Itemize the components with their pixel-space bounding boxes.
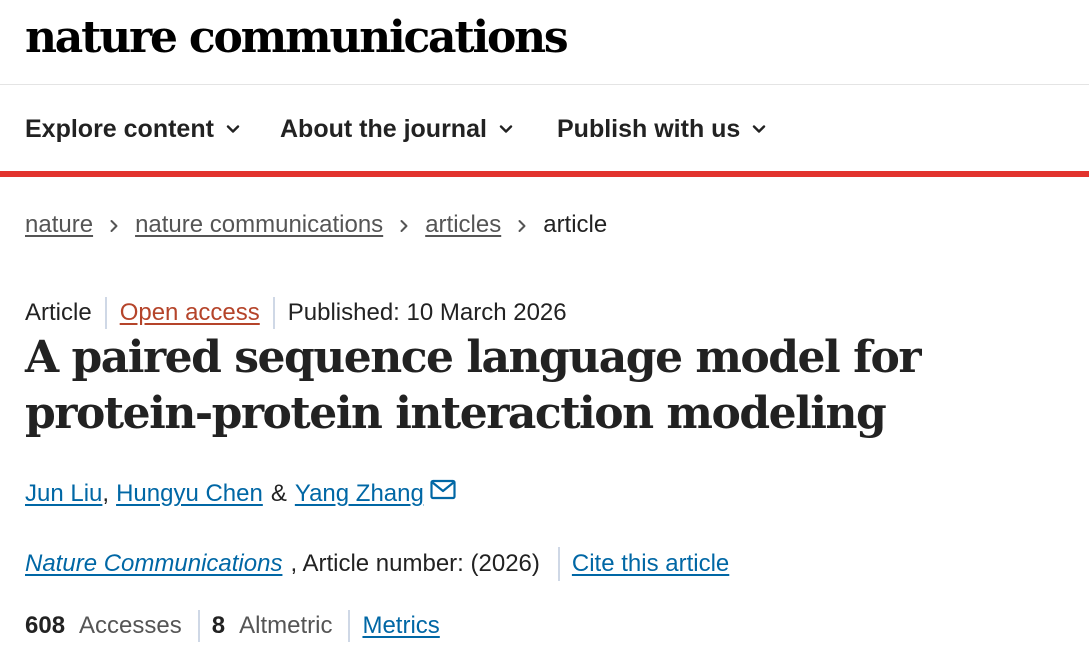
chevron-right-icon [383, 211, 425, 239]
breadcrumb-articles[interactable]: articles [425, 211, 501, 239]
metrics-link[interactable]: Metrics [362, 612, 439, 640]
nav-explore-content[interactable]: Explore content [25, 113, 240, 145]
journal-info: Nature Communications , Article number: … [25, 546, 729, 582]
author-separator: , [102, 480, 110, 507]
accesses-label: Accesses [79, 612, 182, 639]
journal-link[interactable]: Nature Communications [25, 550, 282, 578]
nav-explore-content-label: Explore content [25, 114, 214, 143]
site-header: nature communications [0, 0, 1089, 85]
published-date: Published: 10 March 2026 [287, 299, 567, 326]
breadcrumb-nature-communications[interactable]: nature communications [135, 211, 383, 239]
open-access-link[interactable]: Open access [120, 299, 260, 327]
author-separator: & [270, 480, 287, 507]
article-metrics: 608 Accesses 8 Altmetric Metrics [25, 608, 440, 644]
divider [348, 610, 351, 642]
divider [197, 610, 200, 642]
author-list: Jun Liu , Hungyu Chen & Yang Zhang [25, 476, 456, 512]
article-type: Article [25, 299, 92, 326]
main-nav: Explore content About the journal Publis… [0, 85, 1089, 177]
altmetric-count: 8 [211, 612, 226, 639]
divider [272, 297, 275, 329]
author-link[interactable]: Hungyu Chen [116, 480, 263, 508]
cite-this-article-link[interactable]: Cite this article [572, 550, 729, 578]
divider [557, 547, 560, 581]
accesses-count: 608 [25, 612, 66, 639]
article-meta: Article Open access Published: 10 March … [25, 296, 567, 330]
article-number: , Article number: (2026) [290, 550, 540, 577]
breadcrumb-current: article [543, 211, 608, 238]
breadcrumb-nature[interactable]: nature [25, 211, 93, 239]
nav-publish-with-us-label: Publish with us [557, 114, 741, 143]
chevron-right-icon [501, 211, 543, 239]
nav-publish-with-us[interactable]: Publish with us [557, 113, 766, 145]
breadcrumb: nature nature communications articles ar… [25, 208, 607, 242]
author-link[interactable]: Yang Zhang [295, 480, 424, 508]
chevron-down-icon [226, 122, 240, 136]
chevron-down-icon [752, 122, 766, 136]
author-link[interactable]: Jun Liu [25, 480, 102, 508]
mail-icon[interactable] [430, 479, 456, 501]
nav-about-the-journal[interactable]: About the journal [280, 113, 513, 145]
chevron-right-icon [93, 211, 135, 239]
nav-about-the-journal-label: About the journal [280, 114, 487, 143]
altmetric-label: Altmetric [239, 612, 333, 639]
divider [104, 297, 107, 329]
article-title: A paired sequence language model for pro… [25, 332, 922, 439]
chevron-down-icon [499, 122, 513, 136]
journal-logo[interactable]: nature communications [25, 10, 569, 66]
